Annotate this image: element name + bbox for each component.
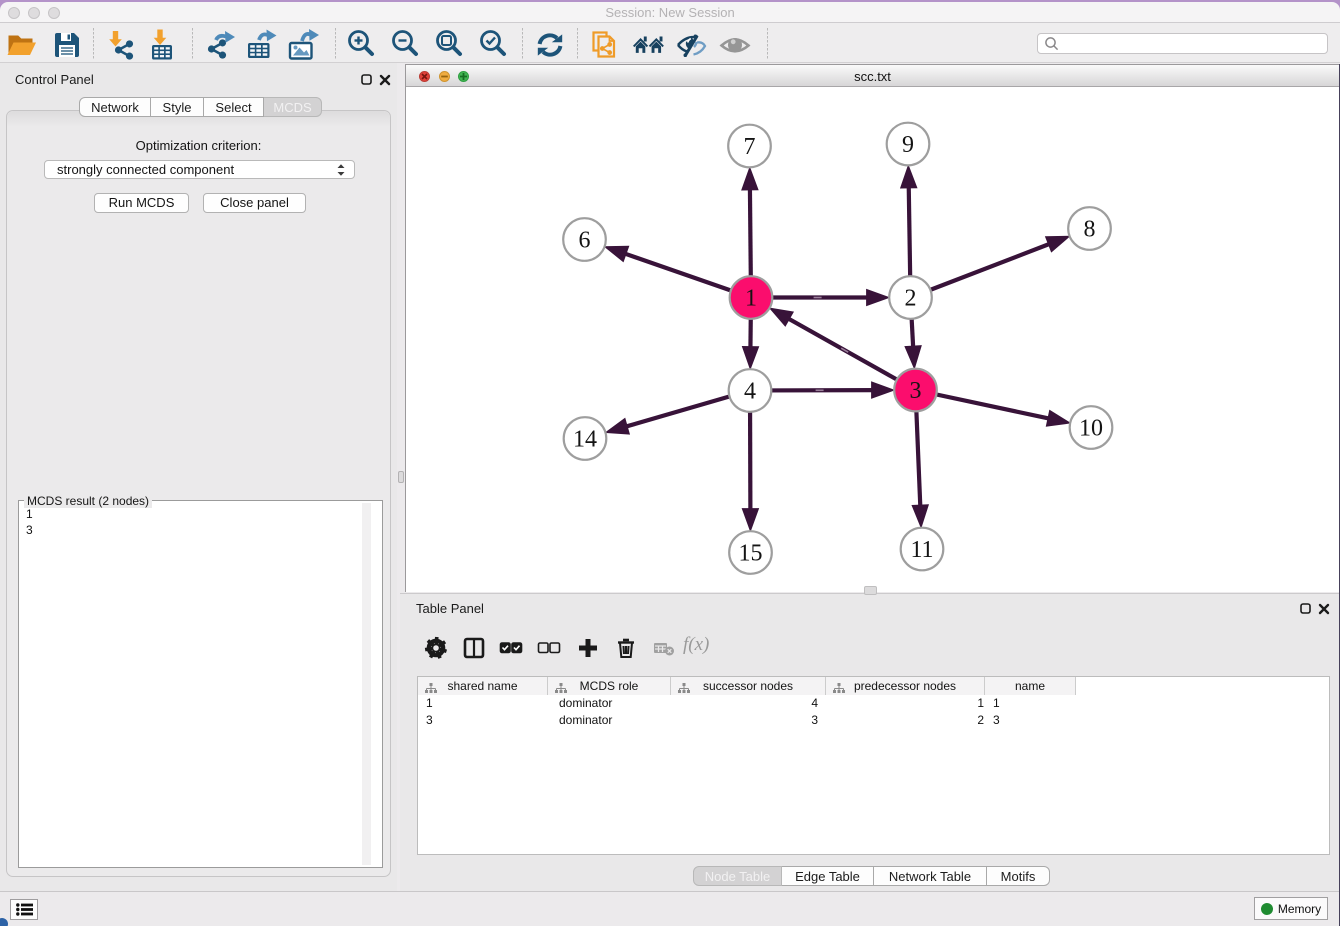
svg-text:7: 7 xyxy=(744,134,756,160)
svg-text:1: 1 xyxy=(745,286,757,312)
svg-text:15: 15 xyxy=(739,541,763,567)
svg-text:6: 6 xyxy=(579,228,591,254)
svg-text:10: 10 xyxy=(1079,416,1103,442)
svg-text:4: 4 xyxy=(744,379,756,405)
svg-text:11: 11 xyxy=(910,537,933,563)
svg-text:2: 2 xyxy=(905,286,917,312)
svg-text:3: 3 xyxy=(910,378,922,404)
svg-text:14: 14 xyxy=(573,427,597,453)
svg-text:8: 8 xyxy=(1084,217,1096,243)
svg-text:9: 9 xyxy=(902,132,914,158)
